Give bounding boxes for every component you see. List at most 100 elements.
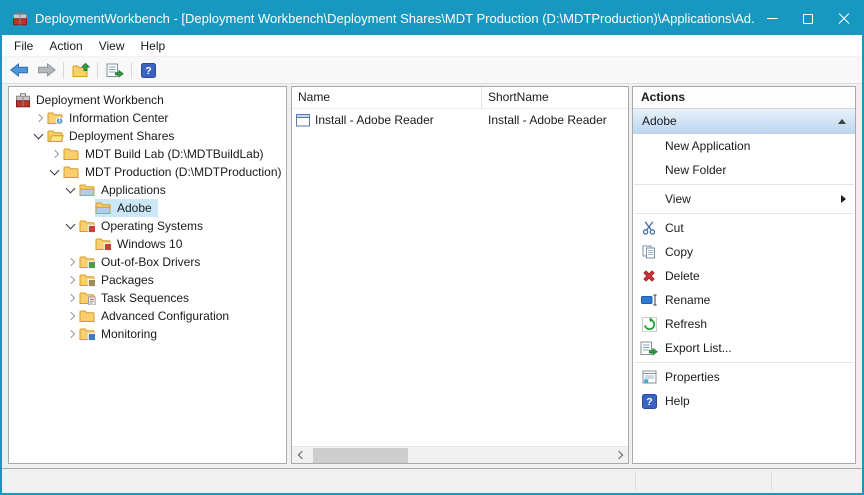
close-button[interactable] [826,2,862,35]
tree-item-information-center[interactable]: Information Center [9,109,286,127]
chevron-up-icon[interactable] [838,119,846,124]
tree-item-label: Advanced Configuration [96,309,232,323]
column-header-name[interactable]: Name [292,87,482,108]
delete-icon [642,269,656,283]
column-header-shortname[interactable]: ShortName [482,87,628,108]
minimize-button[interactable] [754,2,790,35]
expander-expanded-icon[interactable] [47,164,63,180]
copy-icon [642,245,657,259]
action-view[interactable]: View [633,187,855,211]
list-rows: Install - Adobe ReaderInstall - Adobe Re… [292,110,628,446]
list-row-install-adobe-reader[interactable]: Install - Adobe ReaderInstall - Adobe Re… [292,110,628,130]
tree-item-mdt-production-d-mdtproduction[interactable]: MDT Production (D:\MDTProduction) [9,163,286,181]
expander-collapsed-icon[interactable] [63,254,79,270]
folder-icon [79,309,96,323]
action-label: Rename [665,293,855,307]
maximize-button[interactable] [790,2,826,35]
actions-separator [634,213,854,214]
copy-icon [633,245,665,259]
tree-item-monitoring[interactable]: Monitoring [9,325,286,343]
help-button[interactable]: ? [135,59,162,82]
scroll-left-button[interactable] [292,447,309,463]
expander-collapsed-icon[interactable] [63,290,79,306]
folder-task-icon [79,291,96,305]
list-column-headers: Name ShortName [292,87,628,109]
tree-item-mdt-build-lab-d-mdtbuildlab[interactable]: MDT Build Lab (D:\MDTBuildLab) [9,145,286,163]
tree-item-label: Monitoring [96,327,160,341]
tree-item-task-sequences[interactable]: Task Sequences [9,289,286,307]
actions-separator [634,362,854,363]
action-delete[interactable]: Delete [633,264,855,288]
menu-view[interactable]: View [91,35,133,57]
tree-item-label: MDT Build Lab (D:\MDTBuildLab) [80,147,267,161]
scissors-icon [642,221,656,235]
horizontal-scrollbar[interactable] [292,446,628,463]
rename-icon [633,294,665,306]
folder-monitor-icon [79,327,96,341]
minimize-icon [767,18,778,19]
action-export-list[interactable]: Export List... [633,336,855,360]
tree-item-label: Packages [96,273,157,287]
action-cut[interactable]: Cut [633,216,855,240]
properties-icon [642,370,657,384]
forward-button[interactable] [33,59,60,82]
menu-file[interactable]: File [6,35,41,57]
actions-pane: Actions Adobe New Application New Folder V… [632,86,856,464]
export-list-button[interactable] [101,59,128,82]
tree-item-label: Deployment Shares [64,129,177,143]
actions-list: New Application New Folder View Cut Copy Dele… [633,134,855,413]
tree-item-applications[interactable]: Applications [9,181,286,199]
expander-expanded-icon[interactable] [31,128,47,144]
scroll-right-button[interactable] [611,447,628,463]
tree-item-advanced-configuration[interactable]: Advanced Configuration [9,307,286,325]
tree-item-out-of-box-drivers[interactable]: Out-of-Box Drivers [9,253,286,271]
expander-collapsed-icon[interactable] [63,326,79,342]
action-label: Copy [665,245,855,259]
window-title: DeploymentWorkbench - [Deployment Workbe… [35,11,754,26]
menu-help[interactable]: Help [133,35,174,57]
expander-expanded-icon[interactable] [63,218,79,234]
action-properties[interactable]: Properties [633,365,855,389]
action-label: New Application [665,139,855,153]
tree-item-adobe[interactable]: Adobe [9,199,286,217]
toolbar: ? [2,57,862,84]
delete-icon [633,269,665,283]
tree-item-label: Operating Systems [96,219,206,233]
forward-arrow-icon [37,63,56,77]
scrollbar-thumb[interactable] [313,448,408,463]
actions-pane-title: Actions [633,87,855,109]
tree-item-deployment-shares[interactable]: Deployment Shares [9,127,286,145]
action-rename[interactable]: Rename [633,288,855,312]
expander-collapsed-icon[interactable] [47,146,63,162]
refresh-icon [642,317,657,332]
tree-item-operating-systems[interactable]: Operating Systems [9,217,286,235]
action-new-folder[interactable]: New Folder [633,158,855,182]
expander-collapsed-icon[interactable] [31,110,47,126]
actions-group-label: Adobe [642,114,838,128]
close-icon [838,13,850,25]
action-help[interactable]: ?Help [633,389,855,413]
tree-item-label: Adobe [112,201,155,215]
folder-open-icon [47,129,64,143]
action-label: Export List... [665,341,855,355]
folder-up-icon [72,63,90,78]
menu-action[interactable]: Action [41,35,90,57]
actions-group-header-adobe[interactable]: Adobe [633,109,855,134]
tree-item-label: Task Sequences [96,291,192,305]
folder-icon [63,165,80,179]
tree-item-label: Windows 10 [112,237,185,251]
action-copy[interactable]: Copy [633,240,855,264]
help-icon: ? [141,63,156,78]
tree-item-packages[interactable]: Packages [9,271,286,289]
expander-expanded-icon[interactable] [63,182,79,198]
expander-collapsed-icon[interactable] [63,308,79,324]
action-new-application[interactable]: New Application [633,134,855,158]
up-one-level-button[interactable] [67,59,94,82]
toolbar-separator [131,62,132,79]
expander-collapsed-icon[interactable] [63,272,79,288]
action-refresh[interactable]: Refresh [633,312,855,336]
back-button[interactable] [6,59,33,82]
folder-package-icon [79,273,96,287]
tree-item-deployment-workbench[interactable]: Deployment Workbench [9,91,286,109]
tree-item-windows-10[interactable]: Windows 10 [9,235,286,253]
